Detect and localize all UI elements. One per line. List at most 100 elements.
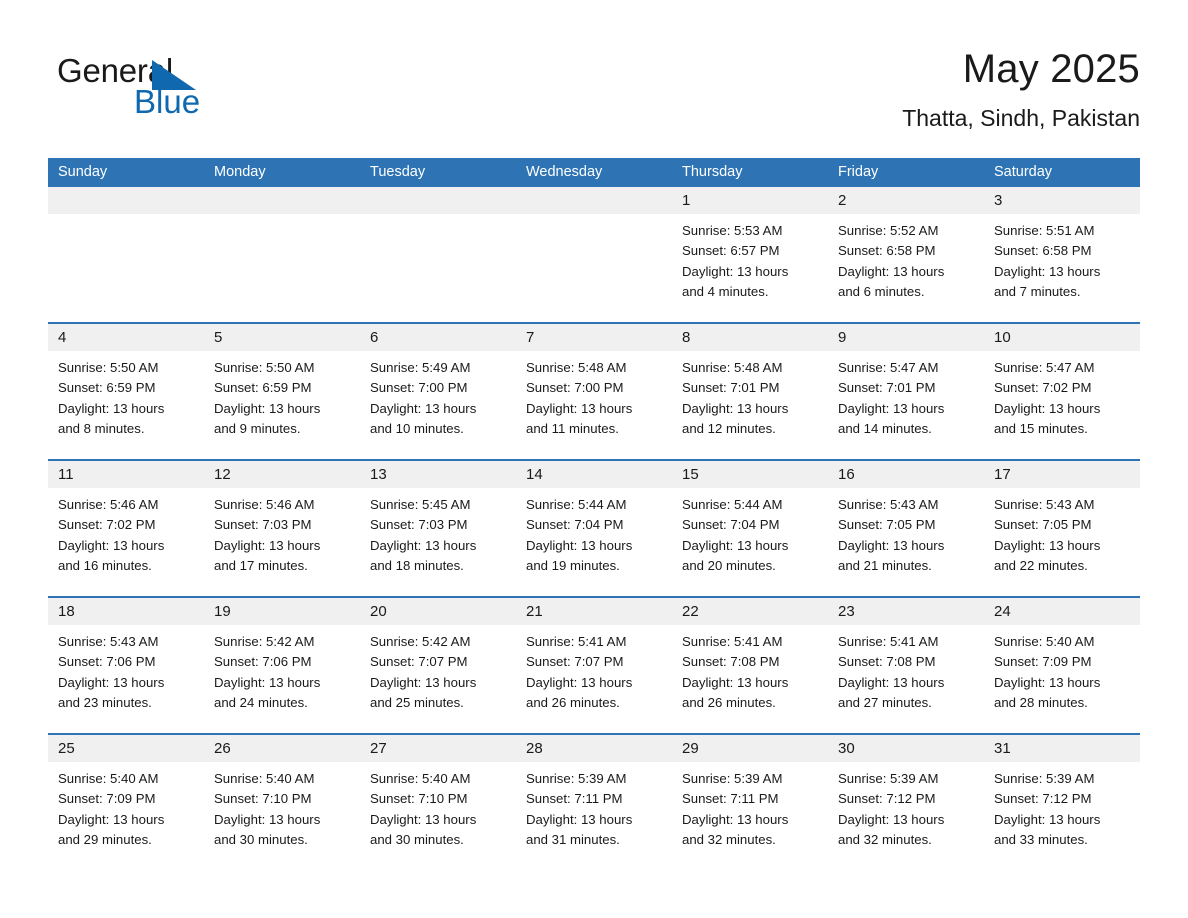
daylight-text-line1: Daylight: 13 hours xyxy=(994,811,1101,827)
day-number[interactable]: 12 xyxy=(204,461,360,488)
day-cell[interactable]: Sunrise: 5:48 AM Sunset: 7:00 PM Daylight:… xyxy=(516,351,672,459)
day-number[interactable]: 15 xyxy=(672,461,828,488)
day-number[interactable]: 10 xyxy=(984,324,1140,351)
daylight-text-line2: and 21 minutes. xyxy=(838,557,932,573)
sunset-text: Sunset: 7:08 PM xyxy=(682,654,780,670)
day-cell[interactable]: Sunrise: 5:48 AM Sunset: 7:01 PM Daylight:… xyxy=(672,351,828,459)
day-number[interactable]: 22 xyxy=(672,598,828,625)
day-cell[interactable]: Sunrise: 5:50 AM Sunset: 6:59 PM Daylight:… xyxy=(48,351,204,459)
daylight-text-line2: and 32 minutes. xyxy=(838,831,932,847)
day-cell[interactable]: Sunrise: 5:43 AM Sunset: 7:05 PM Daylight:… xyxy=(828,488,984,596)
day-number[interactable]: 13 xyxy=(360,461,516,488)
daylight-text-line1: Daylight: 13 hours xyxy=(526,537,633,553)
day-number[interactable]: 8 xyxy=(672,324,828,351)
daylight-text-line1: Daylight: 13 hours xyxy=(682,537,789,553)
daylight-text-line1: Daylight: 13 hours xyxy=(214,811,321,827)
day-number[interactable]: 18 xyxy=(48,598,204,625)
day-number[interactable]: 21 xyxy=(516,598,672,625)
sunrise-text: Sunrise: 5:48 AM xyxy=(682,360,783,375)
day-cell[interactable]: Sunrise: 5:43 AM Sunset: 7:05 PM Daylight:… xyxy=(984,488,1140,596)
day-cell[interactable]: Sunrise: 5:41 AM Sunset: 7:08 PM Daylight:… xyxy=(828,625,984,733)
day-cell[interactable]: Sunrise: 5:39 AM Sunset: 7:11 PM Daylight:… xyxy=(516,762,672,870)
day-cell[interactable]: Sunrise: 5:46 AM Sunset: 7:02 PM Daylight:… xyxy=(48,488,204,596)
daylight-text-line2: and 20 minutes. xyxy=(682,557,776,573)
day-number[interactable]: 19 xyxy=(204,598,360,625)
sunset-text: Sunset: 7:03 PM xyxy=(214,517,312,533)
day-cell[interactable]: Sunrise: 5:43 AM Sunset: 7:06 PM Daylight:… xyxy=(48,625,204,733)
day-number-empty xyxy=(204,187,360,214)
day-number[interactable]: 5 xyxy=(204,324,360,351)
day-number[interactable]: 16 xyxy=(828,461,984,488)
day-number[interactable]: 11 xyxy=(48,461,204,488)
day-cell[interactable]: Sunrise: 5:46 AM Sunset: 7:03 PM Daylight:… xyxy=(204,488,360,596)
daylight-text-line1: Daylight: 13 hours xyxy=(682,400,789,416)
day-number[interactable]: 30 xyxy=(828,735,984,762)
day-cell[interactable]: Sunrise: 5:50 AM Sunset: 6:59 PM Daylight:… xyxy=(204,351,360,459)
daylight-text-line1: Daylight: 13 hours xyxy=(58,674,165,690)
day-cell[interactable]: Sunrise: 5:40 AM Sunset: 7:10 PM Daylight:… xyxy=(204,762,360,870)
day-number[interactable]: 27 xyxy=(360,735,516,762)
day-number[interactable]: 1 xyxy=(672,187,828,214)
day-number[interactable]: 20 xyxy=(360,598,516,625)
day-number[interactable]: 29 xyxy=(672,735,828,762)
daylight-text-line2: and 6 minutes. xyxy=(838,283,925,299)
sunset-text: Sunset: 7:06 PM xyxy=(58,654,156,670)
day-number[interactable]: 28 xyxy=(516,735,672,762)
day-cell[interactable]: Sunrise: 5:51 AM Sunset: 6:58 PM Daylight:… xyxy=(984,214,1140,322)
daylight-text-line2: and 10 minutes. xyxy=(370,420,464,436)
sunrise-text: Sunrise: 5:51 AM xyxy=(994,223,1095,238)
sunset-text: Sunset: 7:02 PM xyxy=(58,517,156,533)
general-blue-logo[interactable]: General Blue xyxy=(57,52,317,122)
sunset-text: Sunset: 7:00 PM xyxy=(526,380,624,396)
day-number[interactable]: 9 xyxy=(828,324,984,351)
day-number[interactable]: 23 xyxy=(828,598,984,625)
day-cell[interactable]: Sunrise: 5:53 AM Sunset: 6:57 PM Daylight:… xyxy=(672,214,828,322)
daylight-text-line2: and 19 minutes. xyxy=(526,557,620,573)
day-number[interactable]: 6 xyxy=(360,324,516,351)
day-number[interactable]: 2 xyxy=(828,187,984,214)
day-number[interactable]: 3 xyxy=(984,187,1140,214)
day-cell[interactable]: Sunrise: 5:42 AM Sunset: 7:06 PM Daylight:… xyxy=(204,625,360,733)
day-cell[interactable]: Sunrise: 5:41 AM Sunset: 7:08 PM Daylight:… xyxy=(672,625,828,733)
weekday-header-monday: Monday xyxy=(214,164,266,180)
day-number[interactable]: 4 xyxy=(48,324,204,351)
day-number[interactable]: 17 xyxy=(984,461,1140,488)
daylight-text-line1: Daylight: 13 hours xyxy=(214,537,321,553)
day-cell[interactable]: Sunrise: 5:39 AM Sunset: 7:12 PM Daylight:… xyxy=(984,762,1140,870)
page-masthead: General Blue May 2025 Thatta, Sindh, Pak… xyxy=(0,0,1188,155)
day-cell-empty xyxy=(360,214,516,322)
day-cell[interactable]: Sunrise: 5:39 AM Sunset: 7:11 PM Daylight:… xyxy=(672,762,828,870)
day-cell[interactable]: Sunrise: 5:45 AM Sunset: 7:03 PM Daylight:… xyxy=(360,488,516,596)
daylight-text-line2: and 9 minutes. xyxy=(214,420,301,436)
day-cell[interactable]: Sunrise: 5:44 AM Sunset: 7:04 PM Daylight:… xyxy=(672,488,828,596)
day-number[interactable]: 26 xyxy=(204,735,360,762)
day-cell[interactable]: Sunrise: 5:42 AM Sunset: 7:07 PM Daylight:… xyxy=(360,625,516,733)
day-cell[interactable]: Sunrise: 5:47 AM Sunset: 7:02 PM Daylight:… xyxy=(984,351,1140,459)
calendar-week-row: 18 19 20 21 22 23 24 Sunrise: 5:43 AM Sunset: 7:… xyxy=(48,596,1140,733)
daylight-text-line2: and 32 minutes. xyxy=(682,831,776,847)
daylight-text-line1: Daylight: 13 hours xyxy=(58,537,165,553)
daylight-text-line1: Daylight: 13 hours xyxy=(370,811,477,827)
calendar-date-number-band: 11 12 13 14 15 16 17 xyxy=(48,461,1140,488)
sunrise-text: Sunrise: 5:42 AM xyxy=(370,634,471,649)
day-cell[interactable]: Sunrise: 5:40 AM Sunset: 7:09 PM Daylight:… xyxy=(48,762,204,870)
page-subtitle: Thatta, Sindh, Pakistan xyxy=(902,105,1140,131)
day-cell[interactable]: Sunrise: 5:39 AM Sunset: 7:12 PM Daylight:… xyxy=(828,762,984,870)
sunrise-text: Sunrise: 5:40 AM xyxy=(58,771,159,786)
calendar-date-number-band: 25 26 27 28 29 30 31 xyxy=(48,735,1140,762)
day-cell[interactable]: Sunrise: 5:47 AM Sunset: 7:01 PM Daylight:… xyxy=(828,351,984,459)
page-title: May 2025 xyxy=(962,47,1140,91)
day-number[interactable]: 24 xyxy=(984,598,1140,625)
day-cell[interactable]: Sunrise: 5:41 AM Sunset: 7:07 PM Daylight:… xyxy=(516,625,672,733)
day-cell[interactable]: Sunrise: 5:40 AM Sunset: 7:10 PM Daylight:… xyxy=(360,762,516,870)
day-cell[interactable]: Sunrise: 5:44 AM Sunset: 7:04 PM Daylight:… xyxy=(516,488,672,596)
day-number[interactable]: 25 xyxy=(48,735,204,762)
sunset-text: Sunset: 7:10 PM xyxy=(370,791,468,807)
day-number[interactable]: 31 xyxy=(984,735,1140,762)
daylight-text-line2: and 7 minutes. xyxy=(994,283,1081,299)
day-cell[interactable]: Sunrise: 5:52 AM Sunset: 6:58 PM Daylight:… xyxy=(828,214,984,322)
day-number[interactable]: 7 xyxy=(516,324,672,351)
day-cell[interactable]: Sunrise: 5:40 AM Sunset: 7:09 PM Daylight:… xyxy=(984,625,1140,733)
day-cell[interactable]: Sunrise: 5:49 AM Sunset: 7:00 PM Daylight:… xyxy=(360,351,516,459)
day-number[interactable]: 14 xyxy=(516,461,672,488)
